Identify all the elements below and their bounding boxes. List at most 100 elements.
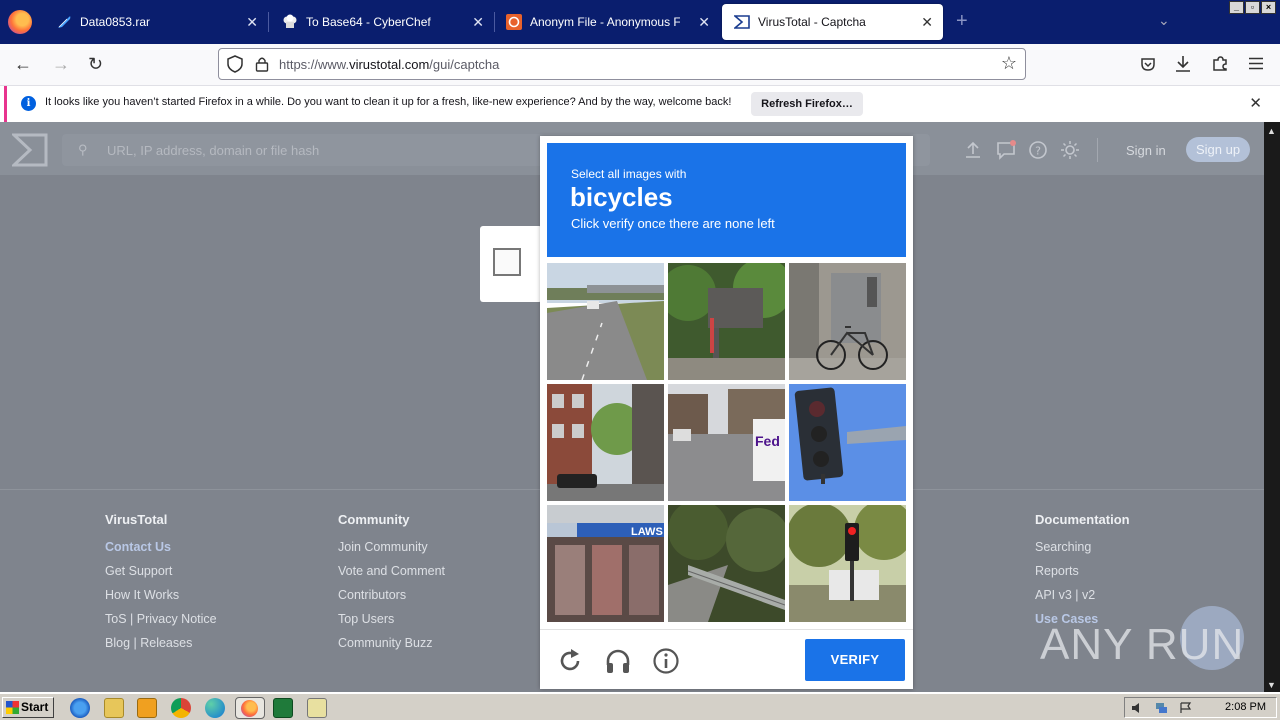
footer-link-vote-comment[interactable]: Vote and Comment [338, 564, 445, 588]
url-path: /gui/captcha [429, 57, 500, 72]
tab-anonymfile[interactable]: Anonym File - Anonymous File Uplo ✕ [494, 0, 720, 44]
footer-link-contact-us[interactable]: Contact Us [105, 540, 217, 564]
footer-link-searching[interactable]: Searching [1035, 540, 1130, 564]
url-text[interactable]: https://www.virustotal.com/gui/captcha [279, 57, 499, 72]
svg-text:LAWS: LAWS [631, 526, 663, 538]
captcha-tile-traffic-light-blue-sky[interactable] [789, 384, 906, 501]
anyrun-watermark: ANY RUN [1040, 606, 1250, 682]
file-explorer-icon[interactable] [104, 698, 124, 718]
start-button[interactable]: Start [2, 697, 54, 718]
forward-arrow-icon[interactable]: → [52, 54, 70, 75]
watermark-text: ANY RUN [1040, 620, 1245, 669]
anonymfile-icon [506, 14, 522, 30]
help-info-icon[interactable] [652, 647, 680, 675]
header-divider [1097, 138, 1098, 162]
upload-icon[interactable] [963, 140, 983, 160]
reload-challenge-icon[interactable] [556, 647, 584, 675]
new-tab-button[interactable]: + [956, 10, 968, 33]
footer-link-contributors[interactable]: Contributors [338, 588, 445, 612]
footer-link-get-support[interactable]: Get Support [105, 564, 217, 588]
verify-button[interactable]: VERIFY [805, 639, 905, 681]
chrome-icon[interactable] [171, 698, 191, 718]
chef-hat-icon [283, 14, 297, 28]
downloads-icon[interactable] [1175, 55, 1191, 73]
close-notification-icon[interactable]: ✕ [1249, 94, 1262, 112]
help-icon[interactable]: ? [1028, 140, 1048, 160]
tracking-shield-icon[interactable] [227, 55, 243, 73]
edge-icon[interactable] [205, 698, 225, 718]
svg-text:?: ? [1035, 145, 1041, 158]
back-arrow-icon[interactable]: ← [14, 54, 32, 75]
footer-link-reports[interactable]: Reports [1035, 564, 1130, 588]
navigation-toolbar: ← → ↻ https://www.virustotal.com/gui/cap… [0, 44, 1280, 86]
close-tab-icon[interactable]: ✕ [472, 14, 484, 31]
extensions-puzzle-icon[interactable] [1212, 55, 1229, 72]
info-icon: i [21, 96, 36, 111]
close-tab-icon[interactable]: ✕ [246, 14, 258, 31]
list-all-tabs-chevron-icon[interactable]: ⌄ [1158, 12, 1170, 29]
address-bar[interactable]: https://www.virustotal.com/gui/captcha ☆ [218, 48, 1026, 80]
tab-virustotal-captcha[interactable]: VirusTotal - Captcha ✕ [722, 4, 943, 40]
volume-icon[interactable] [1131, 702, 1144, 714]
captcha-tile-lawson-storefront[interactable]: LAWS [547, 505, 664, 622]
sign-in-link[interactable]: Sign in [1126, 143, 1166, 158]
firefox-taskbar-icon[interactable] [235, 697, 265, 719]
captcha-tile-brick-apartment-street[interactable] [547, 384, 664, 501]
captcha-tile-overpass-trees[interactable] [668, 263, 785, 380]
scroll-up-arrow-icon[interactable]: ▲ [1267, 126, 1276, 136]
footer-link-join-community[interactable]: Join Community [338, 540, 445, 564]
firefox-logo-icon[interactable] [8, 10, 32, 34]
footer-link-community-buzz[interactable]: Community Buzz [338, 636, 445, 660]
captcha-target-word: bicycles [570, 182, 673, 212]
footer-link-blog-releases[interactable]: Blog | Releases [105, 636, 217, 660]
action-center-flag-icon[interactable] [1179, 702, 1192, 714]
theme-sun-icon[interactable] [1060, 140, 1080, 160]
footer-heading: Documentation [1035, 512, 1130, 527]
minimize-button[interactable]: _ [1229, 1, 1244, 14]
lock-icon[interactable] [255, 56, 269, 72]
pocket-icon[interactable] [1140, 56, 1156, 72]
captcha-tile-guardrail-road[interactable] [668, 505, 785, 622]
captcha-tile-bicycle-by-building[interactable] [789, 263, 906, 380]
refresh-firefox-button[interactable]: Refresh Firefox… [751, 92, 863, 116]
maximize-button[interactable]: ▫ [1245, 1, 1260, 14]
footer-link-top-users[interactable]: Top Users [338, 612, 445, 636]
recaptcha-challenge: Select all images with bicycles Click ve… [540, 136, 913, 689]
audio-challenge-headphones-icon[interactable] [604, 647, 632, 675]
tab-label: Data0853.rar [80, 15, 151, 29]
tab-cyberchef[interactable]: To Base64 - CyberChef ✕ [270, 0, 494, 44]
sign-up-button[interactable]: Sign up [1186, 137, 1250, 162]
bookmark-star-icon[interactable]: ☆ [1001, 53, 1017, 74]
tab-label: Anonym File - Anonymous File Uplo [530, 15, 680, 29]
captcha-tile-highway-road[interactable] [547, 263, 664, 380]
internet-explorer-icon[interactable] [70, 698, 90, 718]
footer-column-virustotal: VirusTotal Contact Us Get Support How It… [105, 512, 217, 660]
close-tab-icon[interactable]: ✕ [698, 14, 710, 31]
virustotal-logo-icon[interactable] [12, 133, 48, 167]
tab-label: To Base64 - CyberChef [306, 15, 431, 29]
close-tab-icon[interactable]: ✕ [921, 14, 933, 31]
notifications-chat-icon[interactable] [996, 140, 1016, 160]
rar-feather-icon [58, 16, 71, 28]
taskbar-clock[interactable]: 2:08 PM [1225, 701, 1266, 713]
reload-icon[interactable]: ↻ [88, 54, 103, 75]
footer-link-how-it-works[interactable]: How It Works [105, 588, 217, 612]
footer-link-tos-privacy[interactable]: ToS | Privacy Notice [105, 612, 217, 636]
scroll-down-arrow-icon[interactable]: ▼ [1267, 680, 1276, 690]
system-tray: 2:08 PM [1124, 697, 1277, 718]
close-window-button[interactable]: × [1261, 1, 1276, 14]
excel-icon[interactable] [273, 698, 293, 718]
notepad-icon[interactable] [307, 698, 327, 718]
captcha-checkbox[interactable] [493, 248, 521, 276]
tab-data0853[interactable]: Data0853.rar ✕ [44, 0, 268, 44]
windows-taskbar: Start 2:08 PM [0, 692, 1280, 720]
page-scrollbar[interactable]: ▲ ▼ [1264, 122, 1280, 692]
media-player-icon[interactable] [137, 698, 157, 718]
network-icon[interactable] [1155, 702, 1168, 714]
captcha-tile-street-fedex-van[interactable]: Fed [668, 384, 785, 501]
hamburger-menu-icon[interactable] [1249, 57, 1263, 70]
captcha-tile-traffic-light-trees[interactable] [789, 505, 906, 622]
search-placeholder: URL, IP address, domain or file hash [107, 143, 320, 158]
tab-label: VirusTotal - Captcha [758, 15, 866, 29]
notification-message: It looks like you haven’t started Firefo… [45, 96, 732, 108]
